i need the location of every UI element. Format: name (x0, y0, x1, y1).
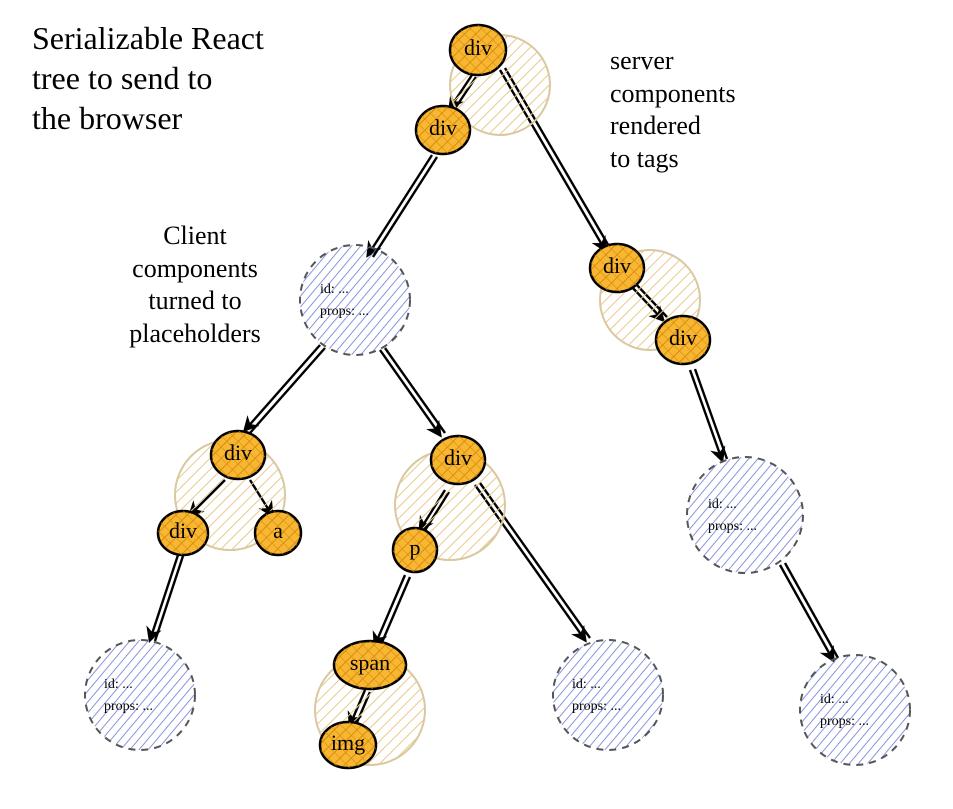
placeholder-id-label: id: ... (708, 497, 737, 512)
placeholder-node-bottom-left: id: ... props: ... (85, 640, 195, 750)
tag-node-mid-div: div (431, 436, 485, 484)
edges (150, 68, 838, 727)
placeholder-id-label: id: ... (320, 282, 349, 297)
node-label: div (169, 518, 197, 543)
tag-node-div-2: div (416, 106, 470, 154)
node-label: div (444, 445, 472, 470)
tag-node-left-div: div (211, 431, 265, 479)
placeholder-node-right: id: ... props: ... (687, 457, 803, 573)
placeholder-node-middle: id: ... props: ... (553, 640, 663, 750)
placeholder-props-label: props: ... (104, 699, 153, 714)
node-label: div (224, 440, 252, 465)
tag-node-root: div (450, 25, 506, 75)
tag-node-a: a (255, 511, 301, 555)
node-label: div (464, 35, 492, 60)
node-label: a (273, 518, 283, 543)
placeholder-props-label: props: ... (572, 699, 621, 714)
tag-node-right-div-2: div (656, 316, 710, 364)
placeholder-props-label: props: ... (820, 714, 869, 729)
tag-node-right-div-1: div (590, 244, 644, 292)
node-label: div (429, 115, 457, 140)
placeholder-node-far-right: id: ... props: ... (800, 655, 910, 765)
placeholder-id-label: id: ... (572, 677, 601, 692)
placeholder-props-label: props: ... (708, 519, 757, 534)
tag-node-left-div-child: div (158, 511, 208, 555)
node-label: p (410, 535, 421, 560)
tag-node-p: p (393, 528, 437, 572)
node-label: img (331, 730, 365, 755)
diagram-canvas: div div div div div div (0, 0, 953, 809)
placeholder-node-top: id: ... props: ... (300, 245, 410, 355)
node-label: div (603, 253, 631, 278)
node-label: span (350, 650, 390, 675)
tag-node-span: span (334, 641, 406, 689)
placeholder-id-label: id: ... (104, 677, 133, 692)
placeholder-id-label: id: ... (820, 692, 849, 707)
tag-node-img: img (320, 722, 376, 768)
node-label: div (669, 325, 697, 350)
placeholder-props-label: props: ... (320, 304, 369, 319)
